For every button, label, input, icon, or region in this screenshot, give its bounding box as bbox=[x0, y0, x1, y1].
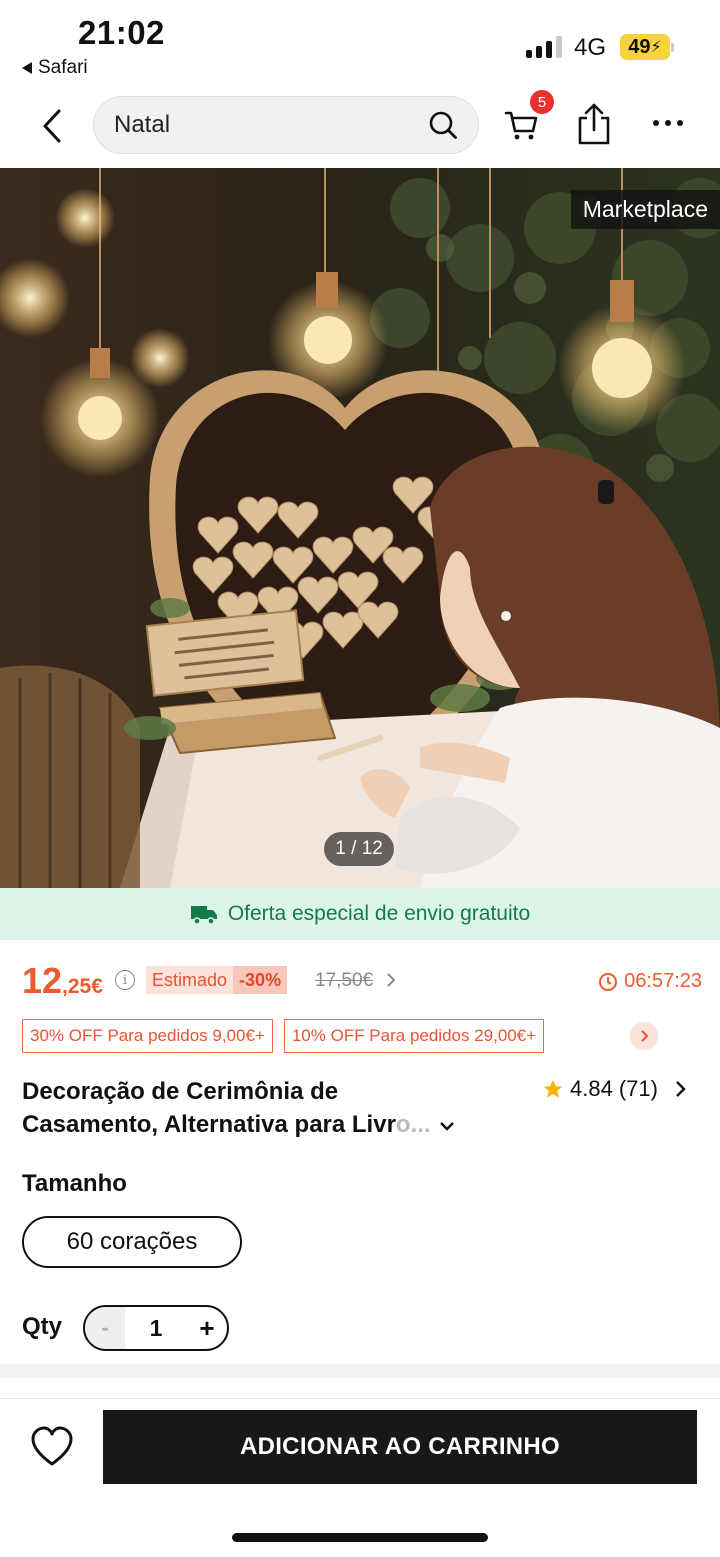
review-count: (71) bbox=[618, 1076, 658, 1101]
original-price[interactable]: 17,50€ bbox=[315, 970, 373, 992]
star-icon bbox=[543, 1079, 563, 1098]
title-line-2-text: Casamento, Alternativa para Livr bbox=[22, 1111, 396, 1138]
shipping-text: Oferta especial de envio gratuito bbox=[227, 902, 531, 925]
back-button[interactable] bbox=[36, 106, 68, 146]
product-image-carousel[interactable]: Marketplace 1 / 12 bbox=[0, 168, 720, 888]
search-input[interactable]: Natal bbox=[114, 111, 428, 139]
estimated-badge: Estimado -30% bbox=[146, 966, 288, 994]
search-bar[interactable]: Natal bbox=[93, 96, 479, 154]
home-indicator[interactable] bbox=[232, 1533, 488, 1542]
more-dot-icon bbox=[677, 120, 683, 126]
signal-icon bbox=[526, 36, 562, 58]
add-to-cart-button[interactable]: ADICIONAR AO CARRINHO bbox=[103, 1410, 697, 1484]
network-label: 4G bbox=[574, 34, 607, 61]
discount-percent: -30% bbox=[233, 966, 288, 994]
chevron-down-icon[interactable] bbox=[439, 1120, 455, 1132]
heart-icon[interactable] bbox=[30, 1426, 74, 1468]
price-decimal: ,25€ bbox=[62, 975, 103, 998]
increase-quantity-button[interactable]: + bbox=[187, 1307, 227, 1349]
info-icon[interactable]: i bbox=[115, 970, 135, 990]
share-icon[interactable] bbox=[576, 102, 612, 146]
size-label: Tamanho bbox=[22, 1170, 127, 1197]
decrease-quantity-button[interactable]: - bbox=[85, 1307, 125, 1349]
quantity-stepper: - 1 + bbox=[83, 1305, 229, 1351]
title-line-2: Casamento, Alternativa para Livro... bbox=[22, 1108, 502, 1141]
estimated-label: Estimado bbox=[152, 969, 228, 990]
clock-icon bbox=[599, 972, 618, 991]
more-options-button[interactable] bbox=[648, 108, 688, 138]
top-nav: Natal 5 bbox=[0, 88, 720, 168]
status-bar: 21:02 Safari 4G 49 ⚡ bbox=[0, 0, 720, 88]
price-integer: 12 bbox=[22, 960, 63, 1001]
current-price: 12,25€ bbox=[22, 960, 103, 1002]
more-dot-icon bbox=[653, 120, 659, 126]
quantity-label: Qty bbox=[22, 1313, 63, 1340]
more-coupons-button[interactable] bbox=[630, 1022, 658, 1050]
price-row: 12,25€ i Estimado -30% 17,50€ 06:57:23 bbox=[22, 958, 702, 1004]
coupon-list: 30% OFF Para pedidos 9,00€+ 10% OFF Para… bbox=[22, 1019, 545, 1053]
chevron-left-icon bbox=[43, 109, 61, 143]
size-option-selected[interactable]: 60 corações bbox=[22, 1216, 242, 1268]
chevron-right-icon bbox=[676, 1081, 686, 1097]
chevron-right-icon[interactable] bbox=[386, 972, 396, 988]
battery-icon: 49 ⚡ bbox=[620, 34, 674, 60]
quantity-value[interactable]: 1 bbox=[125, 1315, 187, 1342]
product-title[interactable]: Decoração de Cerimônia de Casamento, Alt… bbox=[22, 1075, 502, 1141]
rating-value: 4.84 bbox=[570, 1076, 613, 1101]
title-truncated-text: o... bbox=[395, 1111, 431, 1138]
coupon-item[interactable]: 30% OFF Para pedidos 9,00€+ bbox=[22, 1019, 273, 1053]
back-to-app-link[interactable]: Safari bbox=[22, 57, 88, 79]
image-pager: 1 / 12 bbox=[324, 832, 394, 866]
battery-level: 49 bbox=[628, 35, 651, 58]
countdown-timer: 06:57:23 bbox=[598, 970, 702, 993]
more-dot-icon bbox=[665, 120, 671, 126]
rating-summary[interactable]: 4.84 (71) bbox=[542, 1076, 686, 1102]
status-time: 21:02 bbox=[78, 14, 165, 51]
marketplace-tag: Marketplace bbox=[570, 190, 720, 229]
countdown-value: 06:57:23 bbox=[624, 970, 702, 992]
chevron-right-icon bbox=[641, 1030, 649, 1042]
search-icon[interactable] bbox=[428, 110, 458, 140]
free-shipping-banner: Oferta especial de envio gratuito bbox=[0, 888, 720, 940]
back-app-label: Safari bbox=[38, 57, 88, 78]
truck-icon bbox=[190, 906, 217, 925]
back-triangle-icon bbox=[22, 62, 32, 74]
title-line-1: Decoração de Cerimônia de bbox=[22, 1078, 339, 1105]
product-photo bbox=[0, 168, 720, 888]
coupon-item[interactable]: 10% OFF Para pedidos 29,00€+ bbox=[283, 1019, 545, 1053]
cart-count-badge: 5 bbox=[530, 90, 554, 114]
section-divider bbox=[0, 1364, 720, 1378]
